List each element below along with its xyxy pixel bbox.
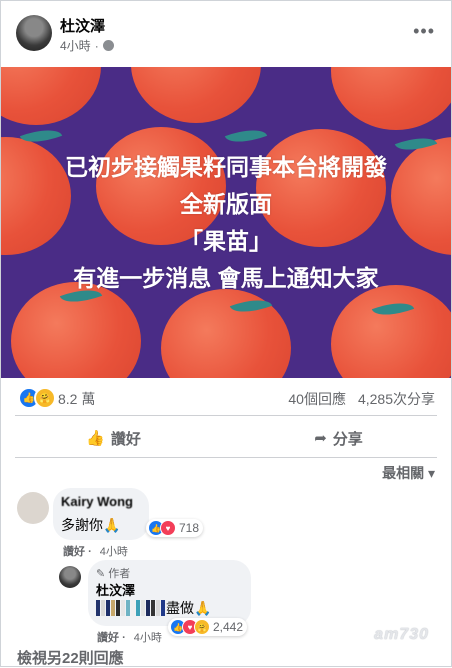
love-reaction-icon: ♥: [160, 520, 176, 536]
author-badge: ✎ 作者: [96, 565, 130, 581]
share-label: 分享: [332, 430, 363, 448]
comment-count[interactable]: 40個回應: [288, 389, 346, 409]
reply-author-name[interactable]: 杜汶澤: [96, 580, 135, 599]
engagement-counts: 40個回應 4,285次分享: [288, 389, 435, 409]
thumbs-up-icon: 👍: [86, 430, 105, 447]
poster-line: 「果苗」: [180, 227, 272, 254]
watermark-logo: am730: [374, 626, 429, 643]
post-actions: 👍 讚好 ➦ 分享: [1, 423, 451, 453]
poster-line: 已初步接觸果籽同事本台將開發: [65, 153, 387, 180]
poster-line: 有進一步消息 會馬上通知大家: [73, 264, 379, 291]
post-image[interactable]: 已初步接觸果籽同事本台將開發 全新版面 「果苗」 有進一步消息 會馬上通知大家: [1, 67, 451, 378]
chevron-down-icon: ▾: [427, 465, 435, 481]
reaction-count[interactable]: 8.2 萬: [58, 389, 95, 409]
post-stats: 👍 🤗 8.2 萬 40個回應 4,285次分享: [1, 384, 451, 412]
pencil-icon: ✎: [96, 567, 106, 580]
reply-like-link[interactable]: 讚好: [97, 632, 119, 644]
care-reaction-icon: 🤗: [34, 387, 56, 409]
poster-line: 全新版面: [180, 190, 272, 217]
more-icon[interactable]: •••: [413, 21, 435, 42]
sort-label: 最相關: [382, 465, 425, 481]
comment-like-link[interactable]: 讚好: [63, 546, 85, 558]
comment-reactions[interactable]: 👍 ♥ 718: [146, 519, 204, 537]
reply-bubble: ✎ 作者 杜汶澤 盡做🙏: [88, 560, 251, 626]
care-reaction-icon: 🤗: [194, 619, 210, 635]
post-card: 杜汶澤 4小時 · ••• 已初步接觸果籽同事本台將開發 全新版面 「果苗」 有…: [0, 0, 452, 667]
reply-text: 盡做🙏: [96, 599, 211, 617]
like-label: 讚好: [110, 430, 141, 448]
reply-reaction-count: 2,442: [213, 620, 244, 634]
reply-time[interactable]: 4小時: [134, 632, 162, 644]
share-count[interactable]: 4,285次分享: [358, 389, 435, 409]
divider: [15, 415, 437, 416]
comment-text: 多謝你🙏: [61, 517, 121, 533]
comment-bubble: Kairy Wong 多謝你🙏: [53, 488, 149, 540]
author-badge-label: 作者: [108, 568, 131, 580]
comment-time[interactable]: 4小時: [100, 546, 128, 558]
like-button[interactable]: 👍 讚好: [1, 423, 226, 453]
reply-actions: 讚好 · 4小時: [97, 632, 162, 644]
reaction-icons[interactable]: 👍 🤗: [18, 387, 56, 409]
reply-reactions[interactable]: 👍 ♥ 🤗 2,442: [168, 618, 248, 636]
commenter-name[interactable]: Kairy Wong: [61, 494, 133, 509]
post-header: 杜汶澤 4小時 · •••: [1, 1, 451, 65]
poster-name[interactable]: 杜汶澤: [60, 15, 105, 36]
reply-avatar[interactable]: [59, 566, 81, 588]
globe-icon: [102, 40, 114, 51]
divider: [15, 457, 437, 458]
sort-comments-button[interactable]: 最相關 ▾: [382, 463, 435, 483]
poster-avatar[interactable]: [16, 15, 52, 51]
reply-text-suffix: 盡做🙏: [166, 600, 212, 616]
commenter-avatar[interactable]: [17, 492, 49, 524]
poster-text: 已初步接觸果籽同事本台將開發 全新版面 「果苗」 有進一步消息 會馬上通知大家: [1, 67, 451, 378]
post-time[interactable]: 4小時: [60, 37, 91, 54]
share-button[interactable]: ➦ 分享: [226, 423, 451, 453]
view-more-comments-link[interactable]: 檢視另22則回應: [17, 647, 124, 668]
comment-actions: 讚好 · 4小時: [63, 546, 128, 558]
post-meta: 4小時 ·: [60, 37, 114, 54]
comment-reaction-count: 718: [179, 521, 200, 535]
share-arrow-icon: ➦: [314, 430, 327, 447]
